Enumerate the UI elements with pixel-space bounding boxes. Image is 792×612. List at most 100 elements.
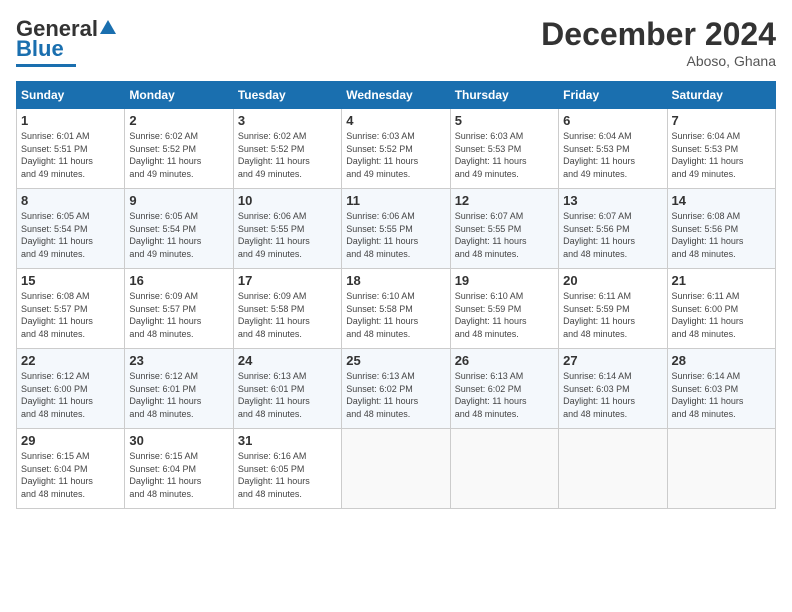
- day-detail: Sunrise: 6:08 AM Sunset: 5:56 PM Dayligh…: [672, 210, 771, 260]
- calendar-cell: 30 Sunrise: 6:15 AM Sunset: 6:04 PM Dayli…: [125, 429, 233, 509]
- calendar-cell: 10 Sunrise: 6:06 AM Sunset: 5:55 PM Dayli…: [233, 189, 341, 269]
- calendar-cell: 18 Sunrise: 6:10 AM Sunset: 5:58 PM Dayli…: [342, 269, 450, 349]
- calendar-cell: 23Sunrise: 6:12 AM Sunset: 6:01 PM Dayli…: [125, 349, 233, 429]
- calendar-week-row: 15 Sunrise: 6:08 AM Sunset: 5:57 PM Dayli…: [17, 269, 776, 349]
- col-header-thursday: Thursday: [450, 82, 558, 109]
- calendar-cell: 17 Sunrise: 6:09 AM Sunset: 5:58 PM Dayli…: [233, 269, 341, 349]
- day-number: 7: [672, 113, 771, 128]
- day-number: 9: [129, 193, 228, 208]
- calendar-table: SundayMondayTuesdayWednesdayThursdayFrid…: [16, 81, 776, 509]
- day-detail: Sunrise: 6:07 AM Sunset: 5:55 PM Dayligh…: [455, 210, 554, 260]
- day-number: 28: [672, 353, 771, 368]
- col-header-friday: Friday: [559, 82, 667, 109]
- day-number: 14: [672, 193, 771, 208]
- calendar-cell: 13 Sunrise: 6:07 AM Sunset: 5:56 PM Dayli…: [559, 189, 667, 269]
- day-detail: Sunrise: 6:14 AM Sunset: 6:03 PM Dayligh…: [672, 370, 771, 420]
- logo-blue: Blue: [16, 36, 64, 62]
- col-header-tuesday: Tuesday: [233, 82, 341, 109]
- calendar-cell: 4Sunrise: 6:03 AM Sunset: 5:52 PM Daylig…: [342, 109, 450, 189]
- day-detail: Sunrise: 6:12 AM Sunset: 6:01 PM Dayligh…: [129, 370, 228, 420]
- logo-line: [16, 64, 76, 67]
- day-detail: Sunrise: 6:10 AM Sunset: 5:58 PM Dayligh…: [346, 290, 445, 340]
- day-detail: Sunrise: 6:11 AM Sunset: 6:00 PM Dayligh…: [672, 290, 771, 340]
- day-number: 10: [238, 193, 337, 208]
- calendar-cell: [450, 429, 558, 509]
- day-number: 4: [346, 113, 445, 128]
- col-header-wednesday: Wednesday: [342, 82, 450, 109]
- calendar-week-row: 1 Sunrise: 6:01 AM Sunset: 5:51 PM Daylig…: [17, 109, 776, 189]
- day-number: 30: [129, 433, 228, 448]
- day-number: 12: [455, 193, 554, 208]
- day-detail: Sunrise: 6:05 AM Sunset: 5:54 PM Dayligh…: [129, 210, 228, 260]
- title-block: December 2024 Aboso, Ghana: [541, 16, 776, 69]
- calendar-week-row: 29Sunrise: 6:15 AM Sunset: 6:04 PM Dayli…: [17, 429, 776, 509]
- day-number: 6: [563, 113, 662, 128]
- day-detail: Sunrise: 6:04 AM Sunset: 5:53 PM Dayligh…: [672, 130, 771, 180]
- calendar-cell: 24Sunrise: 6:13 AM Sunset: 6:01 PM Dayli…: [233, 349, 341, 429]
- day-number: 17: [238, 273, 337, 288]
- col-header-monday: Monday: [125, 82, 233, 109]
- calendar-cell: 6 Sunrise: 6:04 AM Sunset: 5:53 PM Daylig…: [559, 109, 667, 189]
- day-number: 13: [563, 193, 662, 208]
- day-detail: Sunrise: 6:04 AM Sunset: 5:53 PM Dayligh…: [563, 130, 662, 180]
- day-detail: Sunrise: 6:01 AM Sunset: 5:51 PM Dayligh…: [21, 130, 120, 180]
- day-detail: Sunrise: 6:05 AM Sunset: 5:54 PM Dayligh…: [21, 210, 120, 260]
- day-detail: Sunrise: 6:13 AM Sunset: 6:01 PM Dayligh…: [238, 370, 337, 420]
- calendar-cell: 21 Sunrise: 6:11 AM Sunset: 6:00 PM Dayli…: [667, 269, 775, 349]
- calendar-cell: 3 Sunrise: 6:02 AM Sunset: 5:52 PM Daylig…: [233, 109, 341, 189]
- day-number: 31: [238, 433, 337, 448]
- calendar-cell: 16Sunrise: 6:09 AM Sunset: 5:57 PM Dayli…: [125, 269, 233, 349]
- day-number: 8: [21, 193, 120, 208]
- calendar-cell: 2 Sunrise: 6:02 AM Sunset: 5:52 PM Daylig…: [125, 109, 233, 189]
- col-header-saturday: Saturday: [667, 82, 775, 109]
- calendar-cell: 7 Sunrise: 6:04 AM Sunset: 5:53 PM Daylig…: [667, 109, 775, 189]
- calendar-cell: 1 Sunrise: 6:01 AM Sunset: 5:51 PM Daylig…: [17, 109, 125, 189]
- day-detail: Sunrise: 6:09 AM Sunset: 5:58 PM Dayligh…: [238, 290, 337, 340]
- calendar-cell: 14 Sunrise: 6:08 AM Sunset: 5:56 PM Dayli…: [667, 189, 775, 269]
- month-year-title: December 2024: [541, 16, 776, 53]
- day-number: 19: [455, 273, 554, 288]
- calendar-cell: 29Sunrise: 6:15 AM Sunset: 6:04 PM Dayli…: [17, 429, 125, 509]
- calendar-cell: 9 Sunrise: 6:05 AM Sunset: 5:54 PM Daylig…: [125, 189, 233, 269]
- logo: General Blue: [16, 16, 117, 67]
- day-detail: Sunrise: 6:13 AM Sunset: 6:02 PM Dayligh…: [455, 370, 554, 420]
- day-detail: Sunrise: 6:06 AM Sunset: 5:55 PM Dayligh…: [238, 210, 337, 260]
- day-detail: Sunrise: 6:02 AM Sunset: 5:52 PM Dayligh…: [238, 130, 337, 180]
- location-subtitle: Aboso, Ghana: [541, 53, 776, 69]
- day-number: 18: [346, 273, 445, 288]
- page-header: General Blue December 2024 Aboso, Ghana: [16, 16, 776, 69]
- col-header-sunday: Sunday: [17, 82, 125, 109]
- calendar-cell: [667, 429, 775, 509]
- day-number: 3: [238, 113, 337, 128]
- logo-icon: [99, 18, 117, 36]
- day-number: 2: [129, 113, 228, 128]
- day-detail: Sunrise: 6:02 AM Sunset: 5:52 PM Dayligh…: [129, 130, 228, 180]
- day-number: 22: [21, 353, 120, 368]
- day-number: 25: [346, 353, 445, 368]
- day-detail: Sunrise: 6:15 AM Sunset: 6:04 PM Dayligh…: [129, 450, 228, 500]
- day-number: 26: [455, 353, 554, 368]
- day-number: 21: [672, 273, 771, 288]
- calendar-cell: 28 Sunrise: 6:14 AM Sunset: 6:03 PM Dayli…: [667, 349, 775, 429]
- calendar-cell: 19 Sunrise: 6:10 AM Sunset: 5:59 PM Dayli…: [450, 269, 558, 349]
- day-detail: Sunrise: 6:13 AM Sunset: 6:02 PM Dayligh…: [346, 370, 445, 420]
- day-detail: Sunrise: 6:10 AM Sunset: 5:59 PM Dayligh…: [455, 290, 554, 340]
- calendar-cell: 27Sunrise: 6:14 AM Sunset: 6:03 PM Dayli…: [559, 349, 667, 429]
- calendar-cell: 12 Sunrise: 6:07 AM Sunset: 5:55 PM Dayli…: [450, 189, 558, 269]
- calendar-cell: 11Sunrise: 6:06 AM Sunset: 5:55 PM Dayli…: [342, 189, 450, 269]
- day-number: 15: [21, 273, 120, 288]
- day-detail: Sunrise: 6:14 AM Sunset: 6:03 PM Dayligh…: [563, 370, 662, 420]
- calendar-cell: 26 Sunrise: 6:13 AM Sunset: 6:02 PM Dayli…: [450, 349, 558, 429]
- day-number: 11: [346, 193, 445, 208]
- day-detail: Sunrise: 6:16 AM Sunset: 6:05 PM Dayligh…: [238, 450, 337, 500]
- calendar-header-row: SundayMondayTuesdayWednesdayThursdayFrid…: [17, 82, 776, 109]
- calendar-cell: [559, 429, 667, 509]
- day-number: 5: [455, 113, 554, 128]
- calendar-cell: 31 Sunrise: 6:16 AM Sunset: 6:05 PM Dayli…: [233, 429, 341, 509]
- day-number: 20: [563, 273, 662, 288]
- day-detail: Sunrise: 6:12 AM Sunset: 6:00 PM Dayligh…: [21, 370, 120, 420]
- day-detail: Sunrise: 6:08 AM Sunset: 5:57 PM Dayligh…: [21, 290, 120, 340]
- day-number: 1: [21, 113, 120, 128]
- calendar-week-row: 8 Sunrise: 6:05 AM Sunset: 5:54 PM Daylig…: [17, 189, 776, 269]
- day-detail: Sunrise: 6:07 AM Sunset: 5:56 PM Dayligh…: [563, 210, 662, 260]
